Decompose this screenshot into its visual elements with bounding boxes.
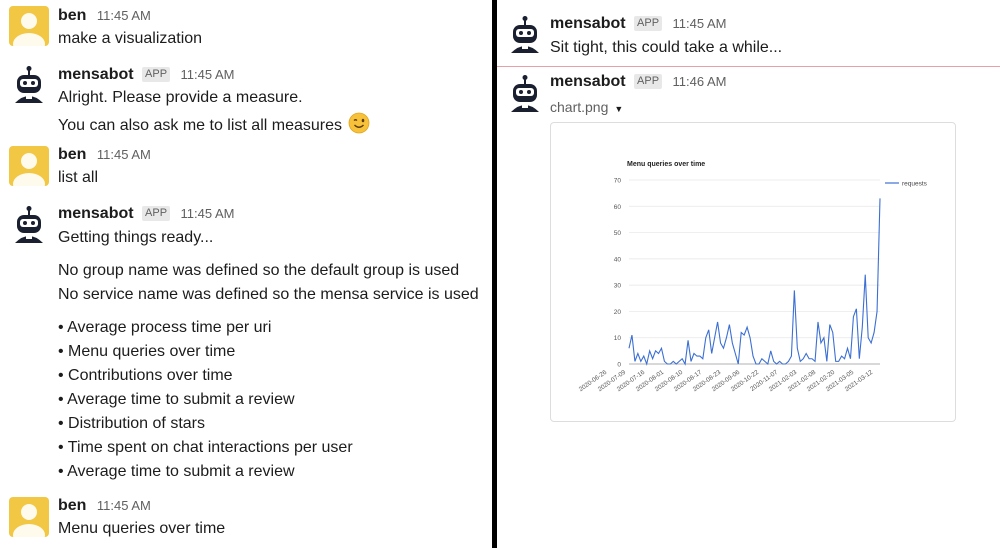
timestamp[interactable]: 11:45 AM xyxy=(673,16,727,31)
measure-list-item: • Average time to submit a review xyxy=(58,463,295,480)
message-text: No group name was defined so the default… xyxy=(58,262,460,279)
message-text: Getting things ready... xyxy=(58,229,214,246)
y-tick-label: 60 xyxy=(614,204,622,211)
chevron-down-icon[interactable]: ▼ xyxy=(614,104,623,114)
sender-name[interactable]: mensabot xyxy=(550,15,626,32)
sender-name[interactable]: ben xyxy=(58,7,86,24)
measure-list-item: • Distribution of stars xyxy=(58,415,205,432)
bot-avatar[interactable] xyxy=(9,205,49,245)
chart-title: Menu queries over time xyxy=(627,161,705,168)
line-chart: Menu queries over time 010203040506070 2… xyxy=(578,161,928,393)
chart-image-card[interactable]: Menu queries over time 0 10 20 30 40 50 60 70 2… xyxy=(550,122,956,422)
measure-list-item: • Menu queries over time xyxy=(58,343,236,360)
timestamp[interactable]: 11:45 AM xyxy=(97,498,151,513)
chart-legend: requests xyxy=(885,181,928,188)
sender-name[interactable]: mensabot xyxy=(58,66,134,83)
message-text: Menu queries over time xyxy=(58,520,226,537)
y-tick-label: 40 xyxy=(614,256,622,263)
y-tick-label: 20 xyxy=(614,309,622,316)
measure-list-item: • Average time to submit a review xyxy=(58,391,295,408)
bot-avatar[interactable] xyxy=(505,15,545,55)
bot-avatar[interactable] xyxy=(9,65,49,105)
message-text: No service name was defined so the mensa… xyxy=(58,286,479,303)
app-badge: APP xyxy=(142,206,171,221)
sender-name[interactable]: ben xyxy=(58,146,86,163)
timestamp[interactable]: 11:45 AM xyxy=(97,8,151,23)
winking-face-emoji-icon xyxy=(348,112,370,134)
new-messages-divider xyxy=(497,66,1000,67)
user-avatar[interactable] xyxy=(9,497,49,537)
y-tick-label: 50 xyxy=(614,230,622,237)
series-line-requests xyxy=(628,198,881,366)
attachment-filename[interactable]: chart.png ▼ xyxy=(550,99,623,115)
sender-name[interactable]: ben xyxy=(58,497,86,514)
measure-list-item: • Time spent on chat interactions per us… xyxy=(58,439,353,456)
left-conversation-panel: ben 11:45 AM make a visualization mensab… xyxy=(0,0,492,548)
measure-list-item: • Average process time per uri xyxy=(58,319,272,336)
user-avatar[interactable] xyxy=(9,146,49,186)
y-tick-label: 10 xyxy=(614,335,622,342)
legend-label: requests xyxy=(902,181,928,188)
timestamp[interactable]: 11:46 AM xyxy=(673,74,727,89)
y-tick-label: 30 xyxy=(614,283,622,290)
app-badge: APP xyxy=(142,67,171,82)
right-conversation-panel: mensabot APP 11:45 AM Sit tight, this co… xyxy=(497,0,1000,548)
timestamp[interactable]: 11:45 AM xyxy=(181,67,235,82)
measure-list-item: • Contributions over time xyxy=(58,367,233,384)
bot-avatar[interactable] xyxy=(505,74,545,114)
sender-name[interactable]: mensabot xyxy=(550,73,626,90)
message-text: list all xyxy=(58,169,99,186)
message-text: Sit tight, this could take a while... xyxy=(550,39,783,56)
app-badge: APP xyxy=(634,16,663,31)
user-avatar[interactable] xyxy=(9,6,49,46)
y-tick-label: 70 xyxy=(614,178,622,185)
y-tick-label: 0 xyxy=(617,362,621,369)
message-text: make a visualization xyxy=(58,30,203,47)
app-badge: APP xyxy=(634,74,663,89)
timestamp[interactable]: 11:45 AM xyxy=(181,206,235,221)
sender-name[interactable]: mensabot xyxy=(58,205,134,222)
message-text: Alright. Please provide a measure. xyxy=(58,89,303,106)
message-text: You can also ask me to list all measures xyxy=(58,117,342,134)
timestamp[interactable]: 11:45 AM xyxy=(97,147,151,162)
